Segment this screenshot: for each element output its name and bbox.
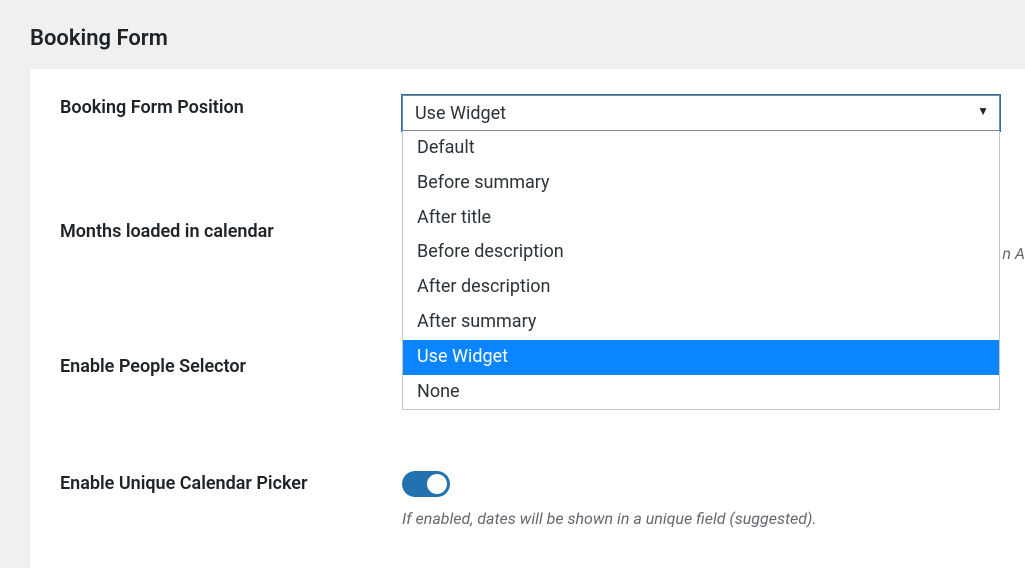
label-months: Months loaded in calendar <box>60 221 274 242</box>
position-option-use-widget[interactable]: Use Widget <box>403 340 999 375</box>
months-hint-fragment: n A <box>1002 244 1025 263</box>
position-option-after-title[interactable]: After title <box>403 201 999 236</box>
position-dropdown: Default Before summary After title Befor… <box>402 131 1000 410</box>
row-calendar-picker: Enable Unique Calendar Picker If enabled… <box>60 471 1025 528</box>
label-calendar-picker: Enable Unique Calendar Picker <box>60 473 307 494</box>
toggle-knob <box>427 474 447 494</box>
calendar-picker-toggle[interactable] <box>402 471 450 497</box>
position-option-after-summary[interactable]: After summary <box>403 305 999 340</box>
section-title: Booking Form <box>0 0 1025 69</box>
position-select[interactable]: Use Widget ▼ <box>402 95 1000 131</box>
position-option-default[interactable]: Default <box>403 131 999 166</box>
calendar-picker-hint: If enabled, dates will be shown in a uni… <box>402 509 1025 528</box>
position-option-before-summary[interactable]: Before summary <box>403 166 999 201</box>
label-people-selector: Enable People Selector <box>60 356 246 377</box>
position-option-none[interactable]: None <box>403 375 999 410</box>
label-position: Booking Form Position <box>60 97 244 118</box>
position-option-after-description[interactable]: After description <box>403 270 999 305</box>
row-position: Booking Form Position Use Widget ▼ Defau… <box>60 95 1025 131</box>
settings-panel: Booking Form Position Use Widget ▼ Defau… <box>30 69 1025 568</box>
position-option-before-description[interactable]: Before description <box>403 235 999 270</box>
chevron-down-icon: ▼ <box>977 104 989 118</box>
position-select-value: Use Widget <box>415 103 506 124</box>
